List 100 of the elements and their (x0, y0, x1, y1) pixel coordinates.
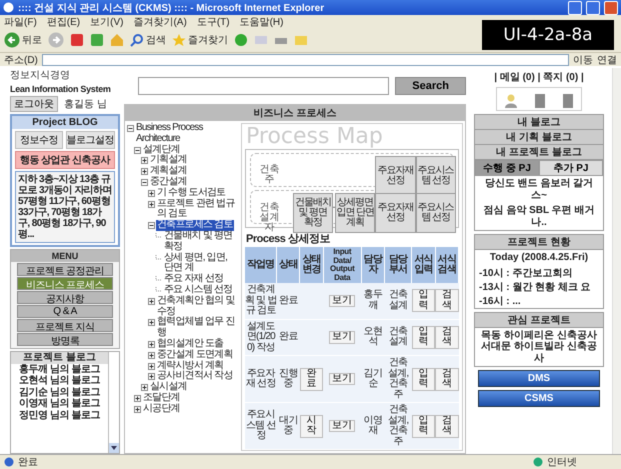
view-button[interactable]: 보기 (329, 331, 356, 344)
expand-icon[interactable] (148, 340, 155, 348)
status-button[interactable]: 완료 (300, 368, 324, 390)
tree-item[interactable]: 계획설계 (149, 166, 188, 177)
process-box[interactable]: 건물배치 및 평면 확정 (292, 193, 333, 234)
menu-button[interactable]: 비즈니스 프로세스 (17, 277, 113, 290)
system-button[interactable]: DMS (478, 370, 600, 387)
search-button[interactable]: Search (395, 77, 466, 95)
menu-button[interactable]: 프로젝트 공정관리 (17, 263, 113, 276)
view-button[interactable]: 보기 (329, 372, 356, 386)
blog-tab[interactable]: 내 프로젝트 블로그 (475, 145, 603, 160)
blog-link[interactable]: 홍두깨 님의 블로그 (19, 364, 100, 375)
scrollbar[interactable] (108, 352, 119, 453)
tree-item[interactable]: 중간설계 도면계획 (156, 350, 234, 361)
system-button[interactable]: CSMS (478, 390, 600, 407)
expand-icon[interactable] (148, 200, 155, 208)
status-button[interactable]: 시작 (300, 414, 324, 438)
process-box[interactable]: 주요시스템 선정 (416, 193, 456, 234)
menu-item[interactable]: 즐겨찾기(A) (133, 14, 187, 28)
collapse-icon[interactable] (134, 146, 141, 154)
tree-item[interactable]: 설계단계 (142, 144, 181, 156)
tree-item[interactable]: 중간설계 (149, 176, 188, 188)
expand-icon[interactable] (148, 352, 155, 359)
tree-item[interactable]: 계략시방서 계획 (156, 360, 224, 372)
input-button[interactable]: 입력 (412, 289, 436, 312)
mail-counter[interactable]: | 메일 (0) | 쪽지 (0) | (494, 68, 584, 84)
process-box[interactable]: 상세평면 입면 단면 계획 (335, 193, 376, 234)
expand-icon[interactable] (148, 373, 155, 380)
links-label[interactable]: 연결 (597, 52, 617, 66)
tree-item[interactable]: 주요 시스템 선정 (163, 284, 234, 296)
menu-item[interactable]: 편집(E) (46, 14, 80, 28)
go-button[interactable]: 이동 (573, 52, 593, 66)
menu-item[interactable]: 보기(V) (90, 14, 124, 28)
expand-icon[interactable] (141, 384, 148, 392)
menu-item[interactable]: 도구(T) (196, 14, 230, 28)
blog-link[interactable]: 김기순 님의 블로그 (19, 386, 100, 398)
expand-icon[interactable] (141, 168, 148, 176)
expand-icon[interactable] (148, 362, 155, 370)
scrollbar[interactable] (612, 68, 621, 454)
expand-icon[interactable] (134, 394, 141, 402)
project-tab[interactable]: 추가 PJ (539, 160, 603, 176)
person-icon[interactable] (505, 94, 517, 108)
blog-button[interactable]: 블로그설정 (66, 131, 115, 149)
close-button[interactable] (604, 0, 618, 14)
menu-button[interactable]: 공지사항 (17, 291, 113, 304)
logout-button[interactable]: 로그아웃 (10, 96, 58, 112)
menu-button[interactable]: Q & A (17, 305, 113, 318)
expand-icon[interactable] (148, 298, 155, 305)
project-tab[interactable]: 수행 중 PJ (475, 160, 539, 176)
menu-item[interactable]: 파일(F) (4, 14, 37, 28)
tree-item[interactable]: 협력업체별 업무 진행 (156, 317, 239, 339)
blog-post[interactable]: 점심 음악 SBL 우편 배거 나.. (475, 203, 603, 230)
blog-post[interactable]: 당신도 밴드 음보러 갈거 스~ (475, 176, 603, 203)
expand-icon[interactable] (141, 157, 148, 164)
tree-item[interactable]: 기 수행 도서검토 (156, 188, 226, 199)
view-button[interactable]: 보기 (329, 420, 356, 432)
expand-icon[interactable] (148, 319, 155, 326)
tree-item[interactable]: 프로젝트 관련 법규의 검토 (156, 198, 239, 220)
search-button[interactable]: 검색 (435, 289, 458, 312)
tree-item[interactable]: 실시설계 (149, 382, 188, 393)
maximize-button[interactable] (586, 0, 600, 14)
tree-item[interactable]: 건축계획안 협의 및 수정 (156, 296, 239, 318)
address-field[interactable] (42, 54, 569, 66)
tree-item[interactable]: 시공단계 (142, 404, 181, 415)
favorites-button[interactable]: 즐겨찾기 (172, 33, 228, 47)
tree-item[interactable]: 공사비견적서 작성 (156, 371, 234, 382)
blog-button[interactable]: 정보수정 (15, 131, 62, 149)
tree-item[interactable]: 주요 자재 선정 (163, 274, 224, 285)
input-button[interactable]: 입력 (412, 414, 436, 438)
expand-icon[interactable] (134, 406, 141, 413)
blog-tab[interactable]: 내 블로그 (475, 115, 603, 130)
blog-link[interactable]: 오현석 님의 블로그 (19, 375, 100, 386)
menu-button[interactable]: 방명록 (17, 333, 113, 346)
input-button[interactable]: 입력 (412, 368, 436, 390)
tree-item[interactable]: 기획설계 (149, 155, 188, 166)
search-button[interactable]: 검색 (435, 414, 458, 438)
tree-item[interactable]: 조달단계 (142, 392, 181, 404)
tree-item[interactable]: 건물배치 및 평면 확정 (163, 230, 239, 253)
minimize-button[interactable] (568, 0, 582, 14)
process-box[interactable]: 주요자재 선정 (375, 193, 416, 234)
search-field[interactable] (138, 77, 390, 95)
search-button[interactable]: 검색 (130, 33, 166, 47)
tree-item[interactable]: 건축프로세스 검토 (156, 220, 234, 231)
view-button[interactable]: 보기 (329, 294, 356, 307)
tree-item[interactable]: 상세 평면, 입면, 단면 계 (163, 252, 239, 274)
collapse-icon[interactable] (127, 125, 134, 132)
menu-button[interactable]: 프로젝트 지식 (17, 319, 113, 332)
blog-link[interactable]: 정민영 님의 블로그 (19, 410, 100, 421)
scroll-down-icon[interactable] (109, 443, 119, 453)
tree-item[interactable]: 협의설계안 도출 (156, 338, 224, 350)
tree-item[interactable]: Business Process Architecture (135, 123, 239, 145)
blog-link[interactable]: 이영재 님의 블로그 (19, 398, 100, 410)
input-button[interactable]: 입력 (412, 326, 436, 349)
search-button[interactable]: 검색 (435, 326, 458, 349)
search-button[interactable]: 검색 (435, 368, 458, 390)
stop-icon[interactable] (70, 33, 84, 47)
back-button[interactable]: 뒤로 (4, 32, 42, 48)
collapse-icon[interactable] (141, 178, 148, 186)
blog-tab[interactable]: 내 기획 블로그 (475, 130, 603, 145)
collapse-icon[interactable] (148, 222, 155, 230)
